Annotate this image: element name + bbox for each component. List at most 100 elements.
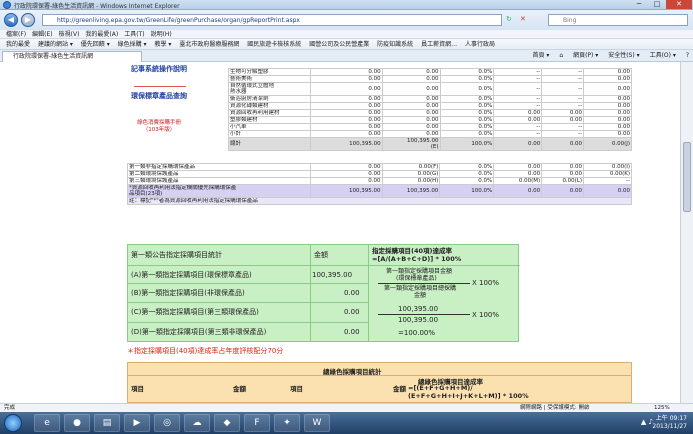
category-table: 生物可分解塑膠 0.00 0.00 0.0% -- -- 0.00 藝術美術 0.00 0.00 0… — [228, 68, 632, 151]
row-value: 0.00 — [493, 109, 543, 117]
row-label: 第三類環境保護產品 — [127, 177, 311, 185]
status-zone: 網際網路 | 受保護模式: 開啟 — [520, 405, 590, 411]
stop-icon[interactable]: ✕ — [520, 15, 526, 23]
row-value: 0.00 — [583, 102, 632, 110]
row-value: 0.00 — [381, 102, 441, 110]
taskbar-firefox-icon[interactable]: ● — [64, 414, 90, 432]
table-row: *資源回收再利用法指定機關優先採購環保產 品項目(23項) 100,395.00 1… — [127, 184, 632, 198]
row-value: 0.00 — [583, 116, 632, 124]
table-row: 自然循環式立體地 熱水器 0.00 0.00 0.0% -- -- 0.00 — [228, 82, 632, 96]
row-value: 0.0% — [439, 116, 495, 124]
tools-menu[interactable]: 工具(O) ▾ — [650, 52, 676, 59]
menu-edit[interactable]: 編輯(E) — [32, 30, 52, 39]
row-value: 0.00 — [541, 137, 585, 151]
fav-item[interactable]: 防疫知識系統 — [377, 39, 413, 49]
fav-item[interactable]: 員工薪資網… — [421, 39, 457, 49]
row-label: 生物可分解塑膠 — [228, 68, 311, 76]
taskbar-bulb-icon[interactable]: ✦ — [274, 414, 300, 432]
menu-file[interactable]: 檔案(F) — [6, 30, 26, 39]
row-value: 0.00 — [309, 116, 383, 124]
start-button[interactable] — [4, 414, 22, 432]
taskbar-app-icon[interactable]: ◆ — [214, 414, 240, 432]
nav-link-manual-year[interactable]: （103年版） — [120, 125, 198, 133]
taskbar-chrome-icon[interactable]: ◎ — [154, 414, 180, 432]
taskbar-filezilla-icon[interactable]: F — [244, 414, 270, 432]
green-purchase-stats: 總綠色採購項目統計 項目 金額 項目 金額 總綠色採購項目達成率 =[(E+F+… — [127, 362, 632, 403]
safety-menu[interactable]: 安全性(S) ▾ — [608, 52, 639, 59]
table-row: 小計 0.00 0.00 0.0% -- -- 0.00 — [228, 130, 632, 138]
favorites-button[interactable]: 我的最愛 — [6, 39, 30, 49]
row-value: -- — [541, 75, 585, 83]
row-label: 資源化磚類建材 — [228, 102, 311, 110]
table-row: 小汽車 0.00 0.00 0.0% -- -- 0.00 — [228, 123, 632, 131]
tab-active[interactable]: 行政院環保署-綠色生活資訊網 — [2, 51, 142, 62]
row-label: 資源回收再利用建材 — [228, 109, 311, 117]
scrollbar-thumb[interactable] — [683, 142, 691, 212]
search-input[interactable]: Bing — [548, 14, 688, 26]
help-icon[interactable]: ? — [686, 52, 689, 59]
row-value: 0.00 — [309, 75, 383, 83]
row-value: 0.00 — [541, 109, 585, 117]
row-value: 0.00 — [309, 170, 383, 178]
fav-item[interactable]: 臺北市政府醫療服務網 — [179, 39, 239, 49]
url-input[interactable]: http://greenliving.epa.gov.tw/GreenLife/… — [42, 14, 502, 26]
system-tray[interactable]: ▲ ♪ — [641, 418, 653, 426]
back-button[interactable]: ◀ — [4, 13, 18, 27]
menu-favorites[interactable]: 我的最愛(A) — [85, 30, 118, 39]
row-value: 0.0% — [439, 163, 495, 171]
minimize-button[interactable]: ─ — [630, 0, 648, 9]
table-row: 總計 100,395.00 100,395.00 (E) 100.0% 0.00 0.00 0… — [228, 137, 632, 151]
frac2-times: X 100% — [472, 311, 500, 319]
nav-link-product-search[interactable]: 環保標章產品查詢 — [120, 92, 198, 100]
forward-button[interactable]: ▶ — [21, 13, 35, 27]
row-value: 0.00 — [381, 130, 441, 138]
row-value: 0.00(K) — [583, 170, 632, 178]
row-value: 0.0% — [439, 82, 495, 96]
sec3-rate-formula-1: =[(E+F+G+H+M)/ — [408, 384, 473, 392]
fav-item[interactable]: 建議的網站 ▾ — [38, 39, 73, 49]
fav-item[interactable]: 教學 ▾ — [154, 39, 171, 49]
row-value: -- — [541, 130, 585, 138]
designated-purchase-stats: 第一類公告指定採購項目統計 金額 指定採購項目(40項)達成率 =[A/(A+B… — [127, 244, 520, 342]
menu-view[interactable]: 檢視(V) — [59, 30, 80, 39]
row-value: 0.00 — [309, 130, 383, 138]
row-value: -- — [493, 123, 543, 131]
row-label: 自然循環式立體地 熱水器 — [228, 82, 311, 96]
taskbar-cloud-icon[interactable]: ☁ — [184, 414, 210, 432]
row-value: 0.00 — [309, 68, 383, 76]
home-icon[interactable]: ⌂ — [559, 52, 563, 59]
close-button[interactable]: ✕ — [666, 0, 692, 9]
sec2-rate-header: 指定採購項目(40項)達成率 — [372, 247, 452, 255]
row-value: 100,395.00 (E) — [381, 137, 441, 151]
row-value: 0.0% — [439, 75, 495, 83]
taskbar-word-icon[interactable]: W — [304, 414, 330, 432]
row-value: 0.00 — [541, 184, 585, 198]
fav-item[interactable]: 國營公司及公民營產業 — [309, 39, 369, 49]
home-menu[interactable]: 首頁 ▾ — [532, 52, 549, 59]
row-value: 0.00 — [309, 102, 383, 110]
row-value: 0.0% — [439, 109, 495, 117]
nav-link-help[interactable]: 記事系統操作說明 — [120, 64, 198, 74]
row-value: 0.00 — [583, 184, 632, 198]
sec3-col-amount2: 金額 — [393, 385, 406, 393]
command-bar: 首頁 ▾ ⌂ 網頁(P) ▾ 安全性(S) ▾ 工具(O) ▾ ? — [524, 51, 689, 61]
fav-item[interactable]: 優先回饋 ▾ — [81, 39, 110, 49]
maximize-button[interactable]: □ — [648, 0, 666, 9]
menu-help[interactable]: 說明(H) — [151, 30, 172, 39]
taskbar-explorer-icon[interactable]: ▤ — [94, 414, 120, 432]
row-label: 第二類環境保護產品 — [127, 170, 311, 178]
zoom-level[interactable]: 125% — [654, 404, 670, 412]
taskbar-media-icon[interactable]: ▶ — [124, 414, 150, 432]
row-value: 0.00 — [309, 82, 383, 96]
fav-item[interactable]: 國民旅遊卡檢核系統 — [247, 39, 301, 49]
menu-tools[interactable]: 工具(T) — [124, 30, 144, 39]
fav-item[interactable]: 人事行政局 — [465, 39, 495, 49]
vertical-scrollbar[interactable] — [680, 62, 693, 403]
fav-item[interactable]: 綠色採購 ▾ — [118, 39, 147, 49]
ie-logo-icon — [3, 1, 11, 9]
clock[interactable]: 上午 09:17 2013/11/27 — [652, 415, 687, 431]
taskbar-ie-icon[interactable]: e — [34, 414, 60, 432]
refresh-icon[interactable]: ↻ — [506, 15, 512, 23]
row-label: 總計 — [228, 137, 311, 151]
page-menu[interactable]: 網頁(P) ▾ — [573, 52, 598, 59]
